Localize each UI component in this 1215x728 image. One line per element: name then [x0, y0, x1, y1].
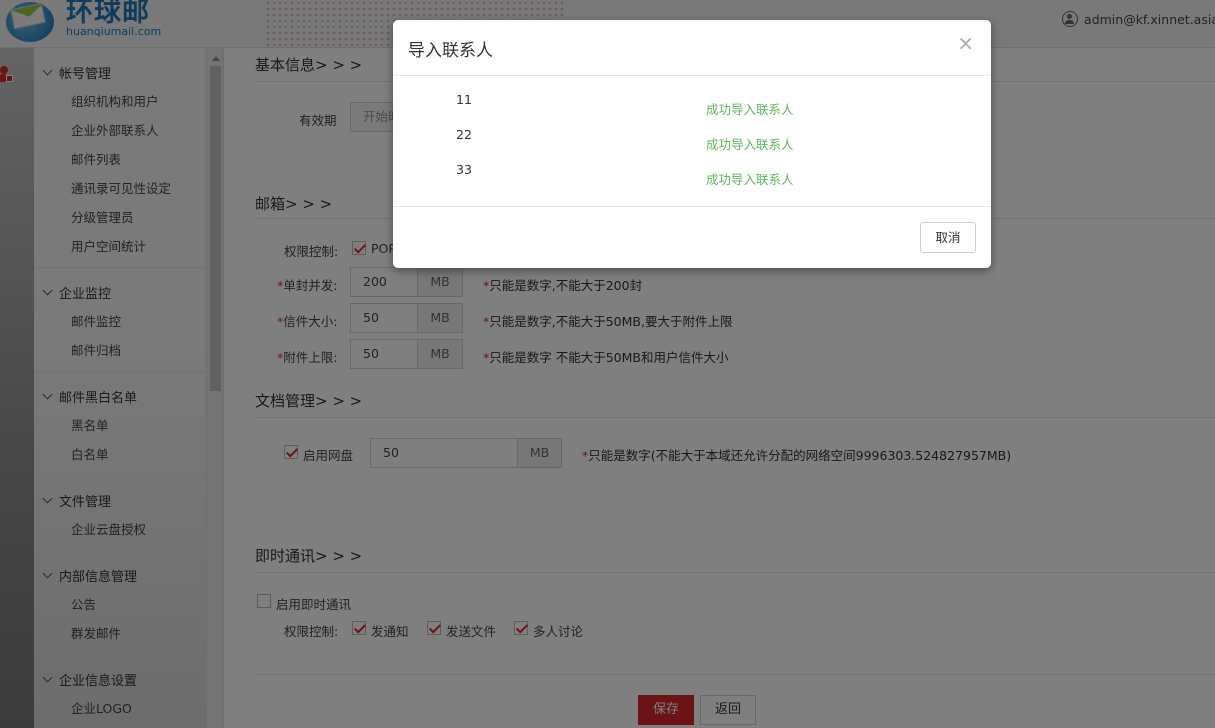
import-row-status: 成功导入联系人	[706, 102, 794, 117]
import-row-name: 33	[456, 162, 472, 177]
import-row-status: 成功导入联系人	[706, 137, 794, 152]
dialog-body: 11 成功导入联系人 22 成功导入联系人 33 成功导入联系人	[393, 76, 991, 207]
import-row-name: 11	[456, 92, 472, 107]
cancel-button[interactable]: 取消	[920, 222, 976, 253]
close-icon[interactable]: ×	[957, 33, 974, 53]
import-row-status: 成功导入联系人	[706, 172, 794, 187]
import-row-name: 22	[456, 127, 472, 142]
dialog-title: 导入联系人	[408, 41, 493, 61]
import-contacts-dialog: 导入联系人 × 11 成功导入联系人 22 成功导入联系人 33 成功导入联系人…	[393, 20, 991, 268]
dialog-header: 导入联系人 ×	[393, 20, 991, 76]
